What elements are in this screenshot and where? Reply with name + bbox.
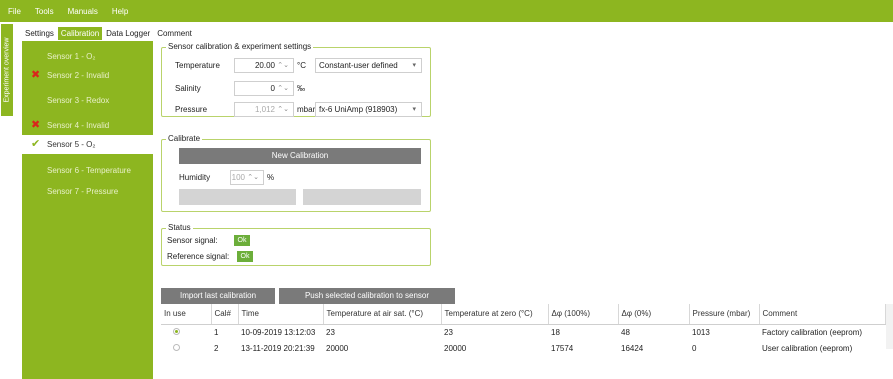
experiment-overview-tab[interactable]: Experiment overview (1, 24, 13, 116)
cell-temp-air: 20000 (326, 343, 349, 353)
sensor-signal-badge: Ok (234, 235, 250, 246)
calibration-table: In use Cal# Time Temperature at air sat.… (161, 304, 886, 356)
humidity-input[interactable]: 100 ⌃⌄ (230, 170, 264, 185)
sensor-item-6[interactable]: Sensor 6 - Temperature (22, 161, 153, 180)
calibrate-right-button[interactable] (303, 189, 421, 205)
sensor-label: Sensor 3 - Redox (47, 96, 110, 105)
pressure-unit: mbar (297, 105, 316, 114)
column-header[interactable]: Comment (759, 304, 886, 325)
temperature-mode-select[interactable]: Constant-user defined ▾ (315, 58, 422, 73)
in-use-radio[interactable] (173, 327, 180, 335)
spinner-icon[interactable]: ⌃⌄ (277, 103, 289, 116)
in-use-radio[interactable] (173, 343, 180, 351)
invalid-x-icon: ✖ (31, 69, 41, 81)
reference-signal-badge: Ok (237, 251, 253, 262)
pressure-source-select[interactable]: fx-6 UniAmp (918903) ▾ (315, 102, 422, 117)
sensor-label: Sensor 4 - Invalid (47, 121, 110, 130)
sensor-label: Sensor 5 - O₂ (47, 140, 96, 149)
sensor-item-4[interactable]: ✖ Sensor 4 - Invalid (22, 116, 153, 135)
tab-bar: Settings Calibration Data Logger Comment (22, 26, 196, 40)
sensor-signal-label: Sensor signal: (167, 236, 218, 245)
tab-data-logger[interactable]: Data Logger (103, 27, 153, 40)
tab-calibration[interactable]: Calibration (57, 26, 103, 40)
humidity-unit: % (267, 173, 275, 182)
status-group: Status Sensor signal: Ok Reference signa… (161, 223, 431, 266)
settings-title: Sensor calibration & experiment settings (166, 42, 314, 51)
settings-group: Sensor calibration & experiment settings… (161, 42, 431, 117)
check-icon: ✔ (31, 138, 41, 150)
table-row[interactable]: 1 10-09-2019 13:12:03 23 23 18 48 1013 F… (161, 324, 886, 340)
sensor-label: Sensor 1 - O₂ (47, 52, 96, 61)
cell-comment: Factory calibration (eeprom) (762, 327, 863, 337)
cell-dphi-0: 48 (621, 327, 630, 337)
cell-temp-zero: 23 (444, 327, 453, 337)
column-header[interactable]: Temperature at zero (°C) (441, 304, 549, 325)
sensor-label: Sensor 7 - Pressure (47, 187, 119, 196)
humidity-label: Humidity (179, 173, 211, 182)
temperature-input[interactable]: 20.00 ⌃⌄ (234, 58, 294, 73)
cell-time: 13-11-2019 20:21:39 (241, 343, 315, 353)
temperature-unit: °C (297, 61, 306, 70)
tab-settings[interactable]: Settings (22, 27, 57, 40)
tab-comment[interactable]: Comment (154, 27, 195, 40)
salinity-input[interactable]: 0 ⌃⌄ (234, 81, 294, 96)
calibrate-title: Calibrate (166, 134, 203, 143)
chevron-down-icon: ▾ (412, 106, 416, 113)
sensor-item-3[interactable]: Sensor 3 - Redox (22, 91, 153, 110)
cell-dphi-0: 16424 (621, 343, 644, 353)
calibrate-left-button[interactable] (179, 189, 296, 205)
cell-dphi-100: 17574 (551, 343, 574, 353)
sensor-list: Sensor 1 - O₂ ✖ Sensor 2 - Invalid Senso… (22, 41, 153, 379)
cell-pressure: 0 (692, 343, 697, 353)
sensor-item-7[interactable]: Sensor 7 - Pressure (22, 182, 153, 201)
menu-help[interactable]: Help (112, 7, 128, 16)
experiment-overview-label: Experiment overview (3, 37, 11, 103)
invalid-x-icon: ✖ (31, 119, 41, 131)
table-header-row: In use Cal# Time Temperature at air sat.… (161, 304, 886, 325)
reference-signal-label: Reference signal: (167, 252, 230, 261)
cell-dphi-100: 18 (551, 327, 560, 337)
cell-temp-zero: 20000 (444, 343, 467, 353)
cell-cal: 1 (214, 327, 219, 337)
spinner-icon[interactable]: ⌃⌄ (277, 82, 289, 95)
table-scroll-gutter[interactable] (886, 304, 893, 349)
sensor-label: Sensor 2 - Invalid (47, 71, 110, 80)
menu-bar: File Tools Manuals Help (0, 0, 893, 22)
push-calibration-button[interactable]: Push selected calibration to sensor (279, 288, 455, 304)
column-header[interactable]: In use (161, 304, 212, 325)
salinity-label: Salinity (175, 84, 201, 93)
chevron-down-icon: ▾ (412, 62, 416, 69)
sensor-item-5[interactable]: ✔ Sensor 5 - O₂ (22, 135, 153, 154)
sensor-label: Sensor 6 - Temperature (47, 166, 131, 175)
column-header[interactable]: Time (238, 304, 324, 325)
spinner-icon[interactable]: ⌃⌄ (247, 171, 259, 184)
menu-file[interactable]: File (8, 7, 21, 16)
cell-time: 10-09-2019 13:12:03 (241, 327, 316, 337)
column-header[interactable]: Δφ (100%) (548, 304, 619, 325)
column-header[interactable]: Pressure (mbar) (689, 304, 760, 325)
cell-temp-air: 23 (326, 327, 335, 337)
new-calibration-button[interactable]: New Calibration (179, 148, 421, 164)
status-title: Status (166, 223, 193, 232)
menu-tools[interactable]: Tools (35, 7, 54, 16)
pressure-input[interactable]: 1,012 ⌃⌄ (234, 102, 294, 117)
sensor-item-1[interactable]: Sensor 1 - O₂ (22, 47, 153, 66)
calibrate-group: Calibrate New Calibration Humidity 100 ⌃⌄… (161, 134, 431, 212)
column-header[interactable]: Δφ (0%) (618, 304, 690, 325)
temperature-label: Temperature (175, 61, 220, 70)
cell-pressure: 1013 (692, 327, 710, 337)
sensor-item-2[interactable]: ✖ Sensor 2 - Invalid (22, 66, 153, 85)
column-header[interactable]: Temperature at air sat. (°C) (323, 304, 442, 325)
column-header[interactable]: Cal# (211, 304, 239, 325)
import-last-calibration-button[interactable]: Import last calibration (161, 288, 275, 304)
cell-cal: 2 (214, 343, 219, 353)
spinner-icon[interactable]: ⌃⌄ (277, 59, 289, 72)
pressure-label: Pressure (175, 105, 208, 114)
menu-manuals[interactable]: Manuals (68, 7, 98, 16)
cell-comment: User calibration (eeprom) (762, 343, 853, 353)
salinity-unit: ‰ (297, 84, 305, 93)
table-row[interactable]: 2 13-11-2019 20:21:39 20000 20000 17574 … (161, 340, 886, 356)
